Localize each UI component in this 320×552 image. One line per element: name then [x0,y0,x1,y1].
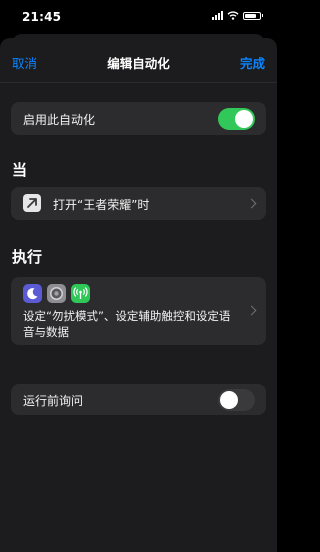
toggle-knob [235,110,253,128]
battery-cap [261,14,263,17]
action-description: 设定“勿扰模式”、设定辅助触控和设定语音与数据 [23,309,231,339]
action-row[interactable]: 设定“勿扰模式”、设定辅助触控和设定语音与数据 [11,277,266,345]
action-icons [23,284,90,303]
ask-before-running-label: 运行前询问 [23,394,84,408]
enable-automation-row: 启用此自动化 [11,102,266,135]
status-time: 21:45 [22,10,62,24]
signal-icon [211,11,223,20]
nav-divider [0,82,277,83]
page-title: 编辑自动化 [107,56,170,71]
enable-automation-label: 启用此自动化 [23,113,96,127]
enable-automation-toggle[interactable] [218,108,255,130]
arrow-up-right-icon [23,194,41,212]
when-section-title: 当 [12,161,28,179]
battery-icon [242,11,261,20]
moon-icon [23,284,42,303]
done-button[interactable]: 完成 [240,53,265,72]
chevron-right-icon [246,305,257,316]
toggle-knob [220,391,238,409]
chevron-right-icon [246,198,257,209]
trigger-label: 打开“王者荣耀”时 [53,198,150,212]
gear-icon [47,284,66,303]
trigger-row[interactable]: 打开“王者荣耀”时 [11,187,266,220]
wifi-icon [227,11,238,20]
status-icons [211,11,263,20]
edit-automation-sheet: 取消 编辑自动化 完成 启用此自动化 当 打开“王者荣耀”时 执行 设定“勿扰模… [0,38,277,552]
do-section-title: 执行 [12,248,43,266]
ask-before-running-toggle[interactable] [218,389,255,411]
cellular-icon [71,284,90,303]
ask-before-running-row: 运行前询问 [11,384,266,415]
status-bar: 21:45 [0,0,277,34]
